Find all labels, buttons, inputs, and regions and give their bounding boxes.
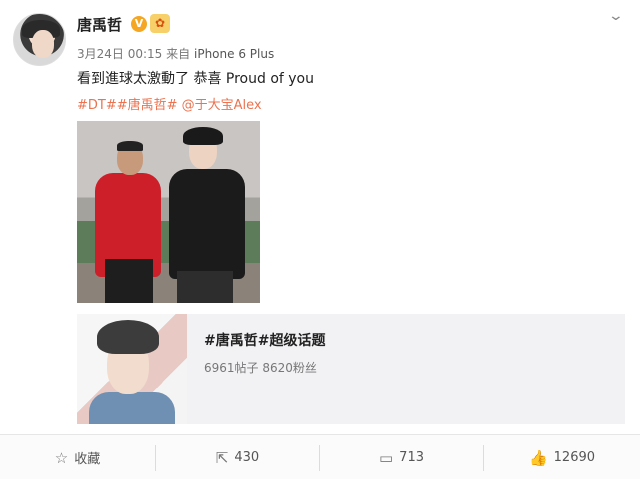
photo-person-left-legs	[105, 259, 153, 303]
post-source: iPhone 6 Plus	[194, 47, 275, 61]
favorite-button[interactable]: ☆ 收藏	[0, 435, 155, 479]
verified-badge-icon: V	[131, 16, 147, 32]
weibo-post: 唐禹哲 V ✿ ⌄ 3月24日 00:15 来自 iPhone 6 Plus 看…	[0, 0, 640, 479]
post-meta: 3月24日 00:15 来自 iPhone 6 Plus	[77, 45, 274, 62]
chevron-down-icon[interactable]: ⌄	[608, 8, 624, 24]
photo-person-right	[169, 169, 245, 279]
avatar[interactable]	[13, 13, 66, 66]
post-photo[interactable]	[77, 121, 260, 303]
like-count: 12690	[553, 450, 596, 465]
photo-person-right-hair	[183, 127, 223, 145]
comment-button[interactable]: ▭ 713	[320, 435, 483, 479]
like-button[interactable]: 👍 12690	[484, 435, 640, 479]
source-prefix: 来自	[166, 47, 191, 61]
comment-count: 713	[399, 450, 424, 465]
star-icon: ☆	[54, 448, 69, 467]
photo-person-right-legs	[177, 271, 233, 303]
member-badge-icon: ✿	[150, 14, 170, 33]
post-tags[interactable]: #DT##唐禹哲# @于大宝Alex	[77, 94, 262, 113]
post-date[interactable]: 3月24日	[77, 47, 124, 61]
topic-title: #唐禹哲#超级话题	[204, 333, 326, 349]
topic-thumbnail-shirt	[89, 392, 175, 424]
post-content: 看到進球太激動了 恭喜 Proud of you	[77, 71, 314, 87]
topic-thumbnail-hair	[97, 320, 159, 354]
thumbs-up-icon: 👍	[528, 448, 548, 467]
comment-icon: ▭	[378, 448, 394, 467]
action-bar: ☆ 收藏 ⇱ 430 ▭ 713 👍 12690	[0, 434, 640, 479]
topic-thumbnail	[77, 314, 187, 424]
favorite-label: 收藏	[74, 452, 101, 467]
post-time[interactable]: 00:15	[128, 47, 163, 61]
photo-person-left-hair	[117, 141, 143, 151]
username[interactable]: 唐禹哲	[77, 14, 122, 35]
repost-count: 430	[234, 450, 260, 465]
topic-stats: 6961帖子 8620粉丝	[204, 361, 317, 375]
avatar-face	[32, 30, 54, 58]
share-icon: ⇱	[215, 448, 229, 467]
repost-button[interactable]: ⇱ 430	[156, 435, 319, 479]
super-topic-card[interactable]: #唐禹哲#超级话题 6961帖子 8620粉丝	[77, 314, 625, 424]
